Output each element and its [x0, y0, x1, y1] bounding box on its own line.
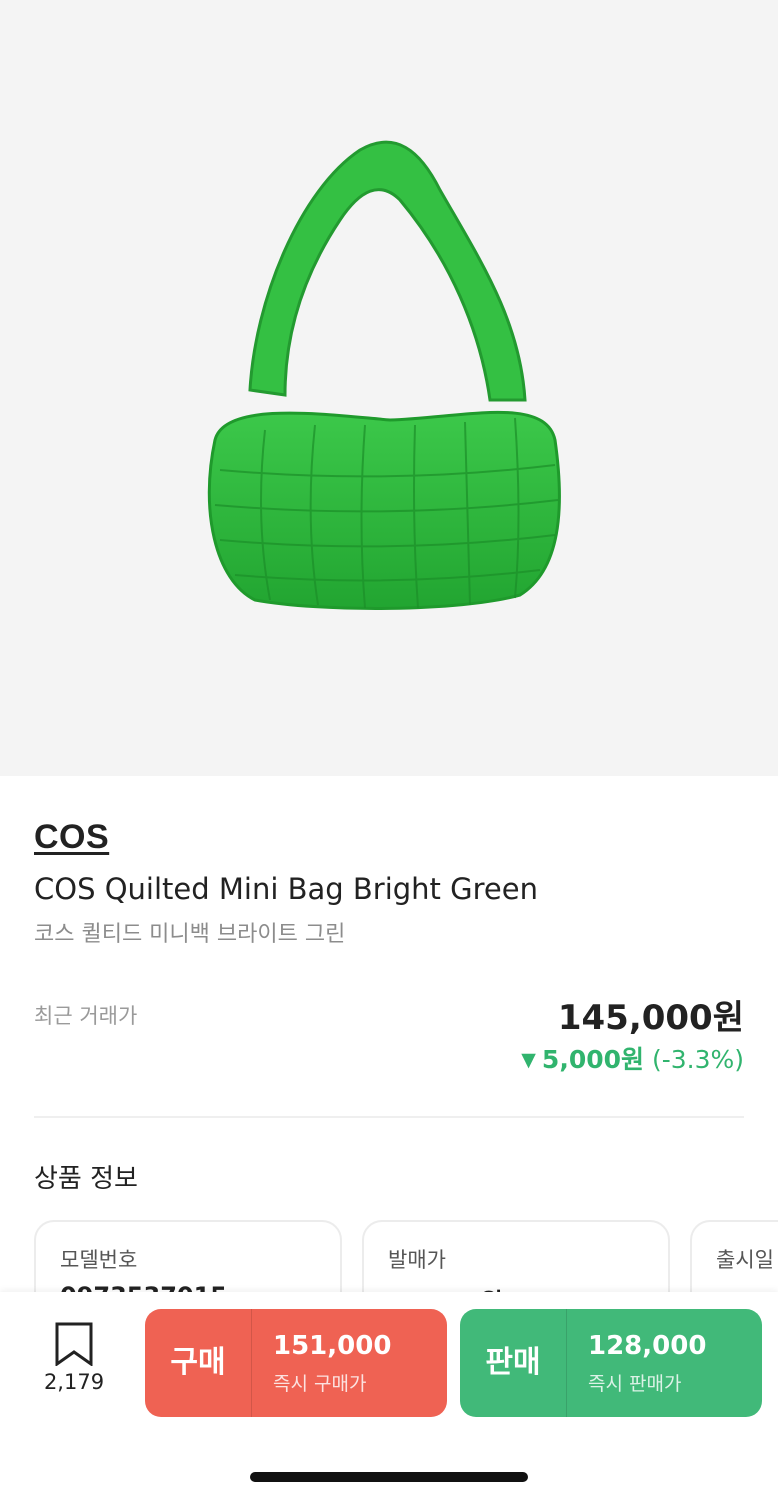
price-change: ▼ 5,000원 (-3.3%) — [521, 1040, 744, 1076]
wishlist-button[interactable]: 2,179 — [34, 1322, 114, 1402]
down-arrow-icon: ▼ — [521, 1049, 536, 1071]
info-card-label: 모델번호 — [60, 1248, 138, 1272]
info-card-label: 출시일 — [716, 1248, 774, 1272]
price-change-amount: 5,000원 — [541, 1045, 644, 1074]
info-card-label: 발매가 — [388, 1248, 446, 1272]
wishlist-count: 2,179 — [43, 1370, 105, 1394]
buy-subtitle: 즉시 구매가 — [273, 1373, 367, 1395]
divider — [34, 1116, 744, 1118]
buy-label: 구매 — [145, 1309, 252, 1417]
recent-price: 145,000원 — [557, 998, 744, 1038]
brand-link[interactable]: COS — [34, 818, 109, 857]
sell-price: 128,000 — [588, 1331, 707, 1361]
sell-label: 판매 — [460, 1309, 567, 1417]
product-image-area[interactable] — [0, 0, 778, 776]
product-name-korean: 코스 퀼티드 미니백 브라이트 그린 — [34, 922, 346, 947]
buy-price: 151,000 — [273, 1331, 392, 1361]
sell-button[interactable]: 판매 128,000 즉시 판매가 — [460, 1309, 762, 1417]
product-name-english: COS Quilted Mini Bag Bright Green — [34, 872, 538, 906]
recent-price-label: 최근 거래가 — [34, 1004, 138, 1028]
buy-button[interactable]: 구매 151,000 즉시 구매가 — [145, 1309, 447, 1417]
home-indicator[interactable] — [250, 1472, 528, 1482]
green-quilted-bag-image — [207, 140, 561, 610]
bookmark-icon — [55, 1322, 93, 1366]
sell-subtitle: 즉시 판매가 — [588, 1373, 682, 1395]
price-change-percent: (-3.3%) — [651, 1045, 744, 1074]
product-info-title: 상품 정보 — [34, 1164, 138, 1194]
